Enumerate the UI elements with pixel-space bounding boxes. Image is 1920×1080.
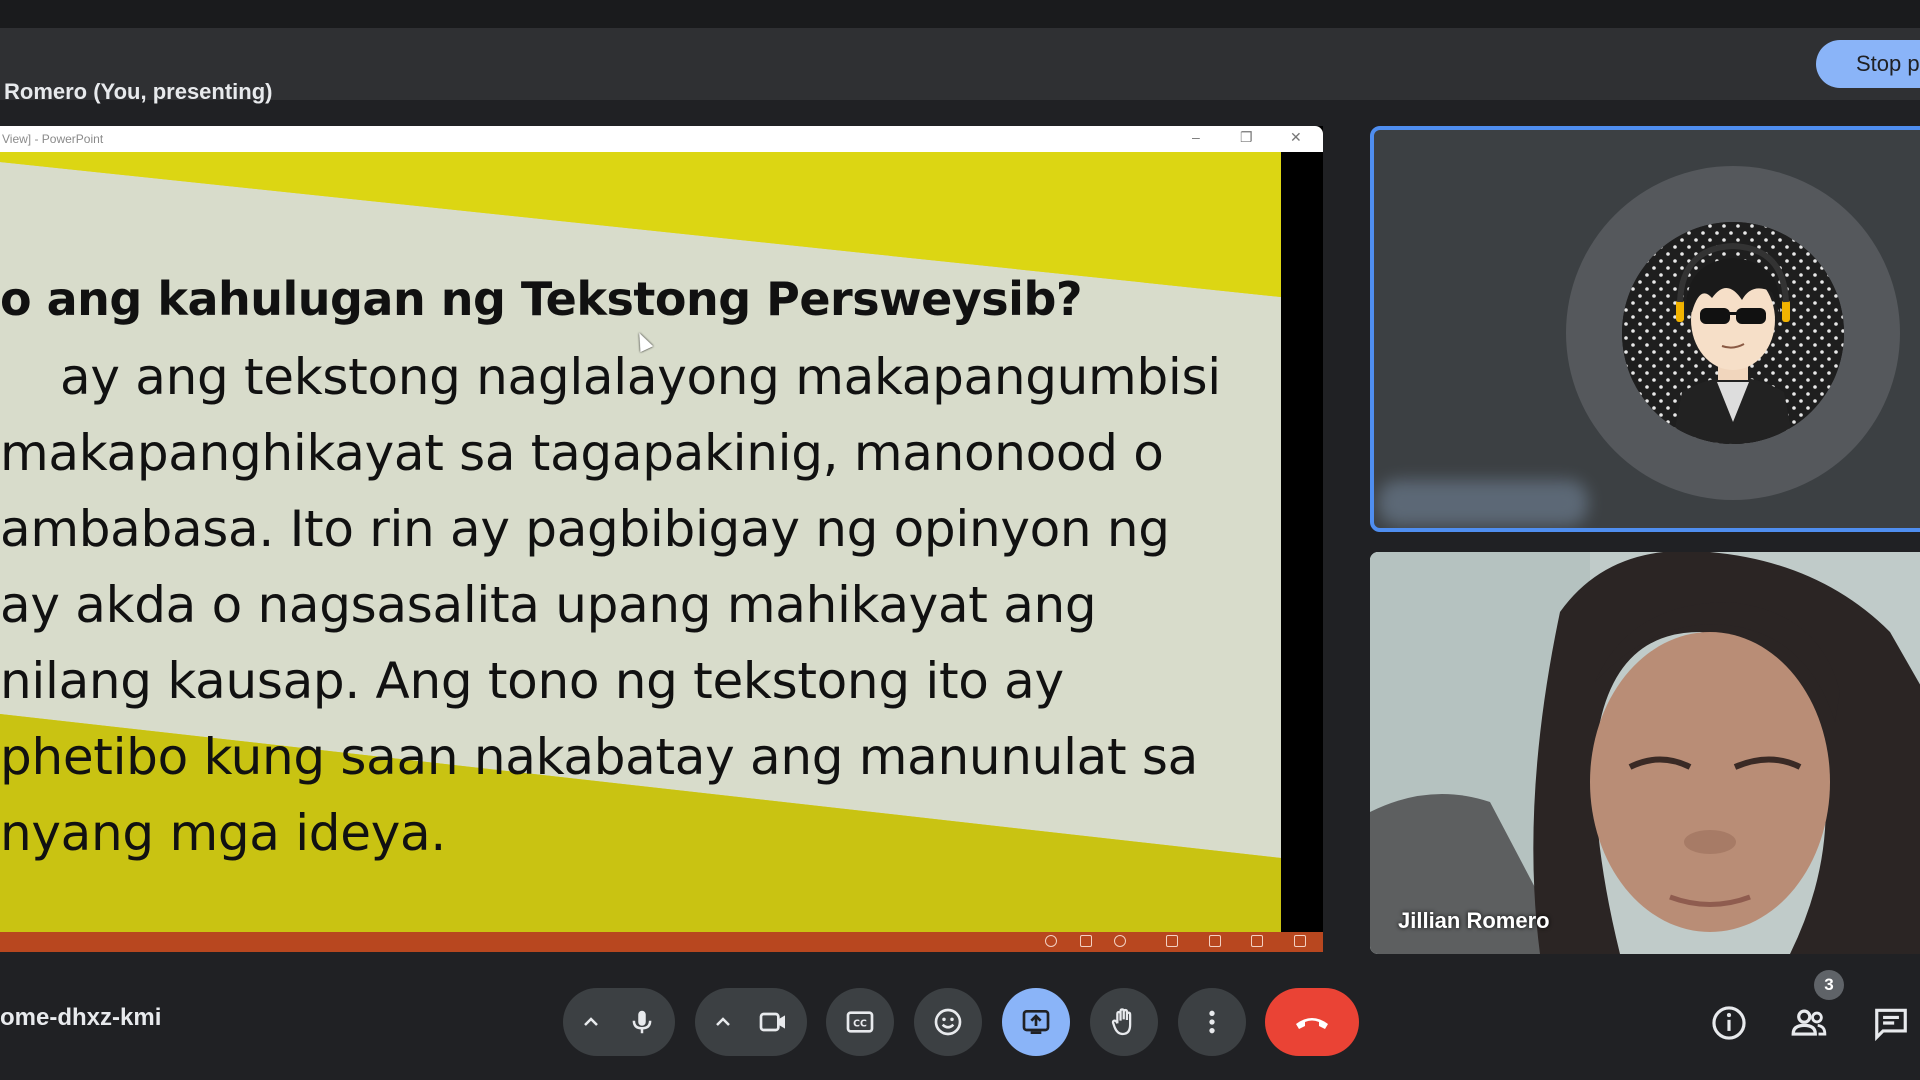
slide-line-1: ay ang tekstong naglalayong makapangumbi… — [60, 348, 1221, 406]
browser-top-strip — [0, 0, 1920, 28]
slide-text-block: o ang kahulugan ng Tekstong Persweysib? … — [0, 152, 1281, 932]
slide-line-7: nyang mga ideya. — [0, 804, 446, 862]
raise-hand-button[interactable] — [1090, 988, 1158, 1056]
leave-call-button[interactable] — [1265, 988, 1359, 1056]
camera-options-chevron-up-icon[interactable] — [713, 1012, 733, 1032]
slide-menu-icon[interactable] — [1080, 935, 1092, 947]
close-icon[interactable]: ✕ — [1290, 129, 1302, 146]
camera-control-group — [695, 988, 807, 1056]
people-icon[interactable] — [1790, 1004, 1828, 1042]
hang-up-icon — [1296, 1018, 1328, 1029]
more-vert-icon — [1209, 1010, 1215, 1034]
slide-line-3: ambabasa. Ito rin ay pagbibigay ng opiny… — [0, 500, 1170, 558]
more-options-button[interactable] — [1178, 988, 1246, 1056]
powerpoint-status-bar — [0, 932, 1323, 952]
meeting-details-info-icon[interactable] — [1710, 1004, 1748, 1042]
participant-name-label: Jillian Romero — [1398, 908, 1550, 933]
mic-options-chevron-up-icon[interactable] — [581, 1012, 601, 1032]
hand-icon — [1111, 1008, 1132, 1036]
microphone-icon[interactable] — [627, 1007, 657, 1037]
normal-view-icon[interactable] — [1166, 935, 1178, 947]
closed-captions-icon: CC — [846, 1011, 874, 1033]
slide-line-2: makapanghikayat sa tagapakinig, manonood… — [0, 424, 1164, 482]
previous-slide-icon[interactable] — [1045, 935, 1057, 947]
participant-tile-jillian[interactable]: Jillian Romero — [1370, 552, 1920, 954]
minimize-icon[interactable]: – — [1192, 129, 1200, 145]
present-screen-icon — [1022, 1010, 1050, 1034]
people-count-badge: 3 — [1814, 970, 1844, 1000]
slide-line-5: nilang kausap. Ang tono ng tekstong ito … — [0, 652, 1064, 710]
slide-sorter-icon[interactable] — [1209, 935, 1221, 947]
shared-screen: View] - PowerPoint – ❐ ✕ o ang kahulugan… — [0, 126, 1323, 952]
camera-feed — [1370, 552, 1920, 954]
stop-presenting-button[interactable]: Stop p — [1816, 40, 1920, 88]
slide-line-6: phetibo kung saan nakabatay ang manunula… — [0, 728, 1198, 786]
slideshow-icon[interactable] — [1294, 935, 1306, 947]
powerpoint-title-bar: View] - PowerPoint – ❐ ✕ — [0, 126, 1323, 152]
presenting-banner: Romero (You, presenting) — [0, 28, 1920, 104]
svg-text:CC: CC — [853, 1019, 867, 1030]
present-now-button[interactable] — [1002, 988, 1070, 1056]
chat-icon[interactable] — [1872, 1004, 1910, 1042]
restore-icon[interactable]: ❐ — [1240, 129, 1253, 146]
slide: o ang kahulugan ng Tekstong Persweysib? … — [0, 152, 1281, 932]
mic-control-group — [563, 988, 675, 1056]
camera-icon[interactable] — [757, 1006, 789, 1038]
window-title: View] - PowerPoint — [2, 132, 104, 146]
reactions-button[interactable] — [914, 988, 982, 1056]
reading-view-icon[interactable] — [1251, 935, 1263, 947]
blurred-name-label — [1378, 480, 1588, 526]
meeting-code: ome-dhxz-kmi — [0, 1004, 162, 1031]
avatar — [1622, 222, 1844, 444]
emoji-icon — [934, 1008, 962, 1036]
participant-tile-self[interactable] — [1370, 126, 1920, 532]
next-slide-icon[interactable] — [1114, 935, 1126, 947]
slide-title: o ang kahulugan ng Tekstong Persweysib? — [0, 272, 1083, 326]
captions-button[interactable]: CC — [826, 988, 894, 1056]
slide-line-4: ay akda o nagsasalita upang mahikayat an… — [0, 576, 1097, 634]
presenter-label: Romero (You, presenting) — [4, 79, 273, 104]
